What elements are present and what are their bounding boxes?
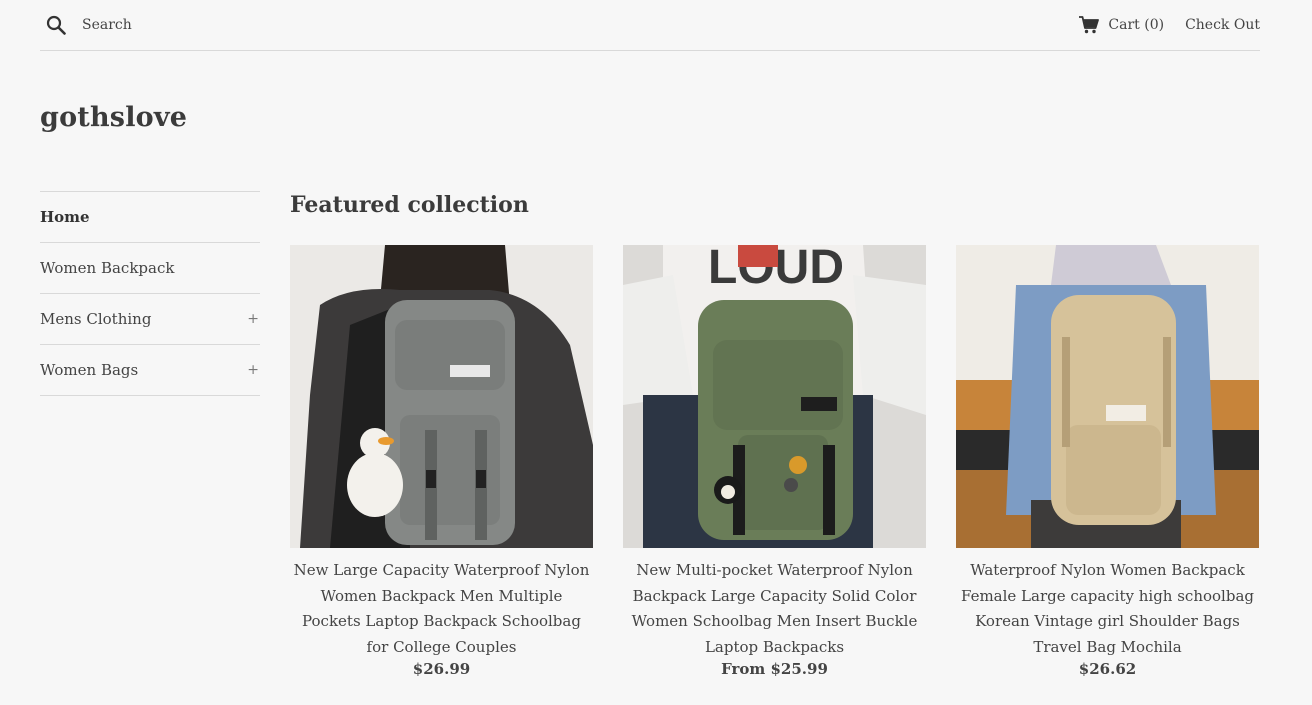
product-price: $26.99	[412, 660, 471, 678]
plus-icon[interactable]: +	[247, 311, 260, 327]
product-image[interactable]	[290, 245, 593, 548]
product-title[interactable]: New Multi-pocket Waterproof Nylon Backpa…	[623, 558, 926, 660]
checkout-link[interactable]: Check Out	[1185, 17, 1260, 33]
sidebar-nav: Home Women Backpack Mens Clothing + Wome…	[40, 191, 260, 396]
sidebar-item-women-bags[interactable]: Women Bags +	[40, 345, 260, 396]
backpack-photo-gray	[290, 245, 593, 548]
product-title[interactable]: Waterproof Nylon Women Backpack Female L…	[956, 558, 1259, 660]
search-label: Search	[82, 17, 132, 33]
sidebar-item-label: Mens Clothing	[40, 310, 152, 328]
cart-link[interactable]: Cart (0)	[1079, 16, 1164, 34]
section-title: Featured collection	[290, 192, 529, 218]
product-grid: New Large Capacity Waterproof Nylon Wome…	[290, 245, 1259, 678]
sidebar-item-mens-clothing[interactable]: Mens Clothing +	[40, 294, 260, 345]
plus-icon[interactable]: +	[247, 362, 260, 378]
sidebar-item-label: Women Bags	[40, 361, 139, 379]
product-card[interactable]: New Large Capacity Waterproof Nylon Wome…	[290, 245, 593, 678]
backpack-photo-beige	[956, 245, 1259, 548]
search-button[interactable]: Search	[40, 15, 132, 35]
product-image[interactable]: LOUD	[623, 245, 926, 548]
sidebar-item-label: Women Backpack	[40, 259, 175, 277]
store-logo[interactable]: gothslove	[40, 102, 187, 133]
header-actions: Cart (0) Check Out	[1079, 16, 1260, 34]
search-icon	[46, 15, 66, 35]
product-price: From $25.99	[721, 660, 828, 678]
product-price: $26.62	[1078, 660, 1137, 678]
backpack-photo-green: LOUD	[623, 245, 926, 548]
cart-icon	[1079, 16, 1100, 34]
sidebar-item-home[interactable]: Home	[40, 192, 260, 243]
sidebar-item-women-backpack[interactable]: Women Backpack	[40, 243, 260, 294]
product-title[interactable]: New Large Capacity Waterproof Nylon Wome…	[290, 558, 593, 660]
sidebar-item-label: Home	[40, 208, 90, 226]
product-card[interactable]: Waterproof Nylon Women Backpack Female L…	[956, 245, 1259, 678]
product-card[interactable]: LOUD New Multi-pocket Waterproof Nylon B…	[623, 245, 926, 678]
cart-label: Cart (0)	[1108, 17, 1165, 33]
top-bar: Search Cart (0) Check Out	[40, 0, 1260, 51]
product-image[interactable]	[956, 245, 1259, 548]
